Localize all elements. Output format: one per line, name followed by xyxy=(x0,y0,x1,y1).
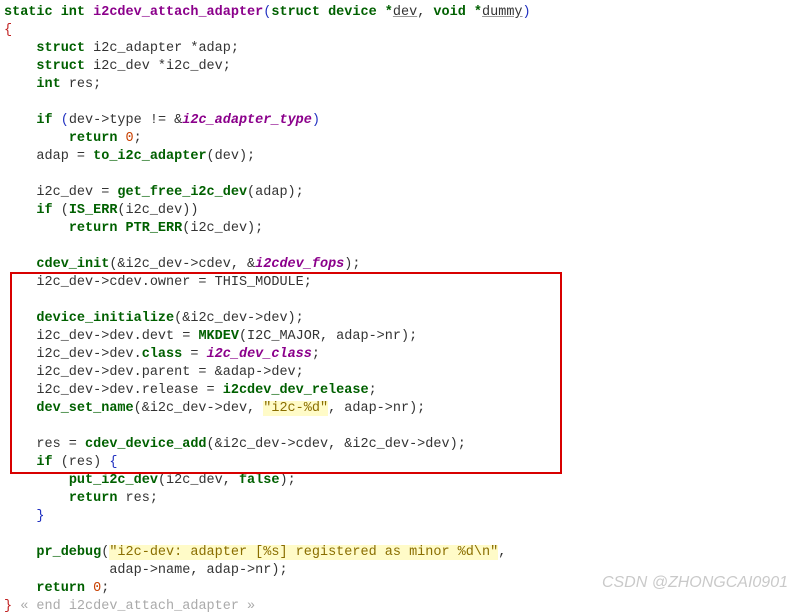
cond-expr: dev->type != & xyxy=(69,113,182,128)
call-to-i2c-adapter: to_i2c_adapter xyxy=(93,149,206,164)
args-close: , adap->nr); xyxy=(328,401,425,416)
call-pr-debug: pr_debug xyxy=(36,545,101,560)
call-device-initialize: device_initialize xyxy=(36,311,174,326)
kw-return: return xyxy=(36,581,85,596)
decl-res: res; xyxy=(69,77,101,92)
call-dev-set-name: dev_set_name xyxy=(36,401,133,416)
assign-i2cdev: i2c_dev = xyxy=(36,185,117,200)
code-block: static int i2cdev_attach_adapter(struct … xyxy=(4,4,804,616)
assign-adap: adap = xyxy=(36,149,93,164)
kw-return: return xyxy=(69,131,118,146)
args: (I2C_MAJOR, adap->nr); xyxy=(239,329,417,344)
args: (adap); xyxy=(247,185,304,200)
kw-class: class xyxy=(142,347,183,362)
param1-name: dev xyxy=(393,5,417,20)
kw-struct: struct xyxy=(36,59,85,74)
func-name: i2cdev_attach_adapter xyxy=(93,5,263,20)
kw-return: return xyxy=(69,221,118,236)
ref-i2cdev-dev-release: i2cdev_dev_release xyxy=(223,383,369,398)
param2-name: dummy xyxy=(482,5,523,20)
stmt-owner: i2c_dev->cdev.owner = THIS_MODULE; xyxy=(36,275,311,290)
stmt-release-lhs: i2c_dev->dev.release = xyxy=(36,383,222,398)
kw-if: if xyxy=(36,203,52,218)
args: (i2c_dev, xyxy=(158,473,239,488)
args: (&i2c_dev->dev); xyxy=(174,311,304,326)
call-ptr-err: PTR_ERR xyxy=(126,221,183,236)
num-zero: 0 xyxy=(126,131,134,146)
args: (i2c_dev); xyxy=(182,221,263,236)
ref-i2c-dev-class: i2c_dev_class xyxy=(207,347,312,362)
call-cdev-device-add: cdev_device_add xyxy=(85,437,207,452)
call-is-err: IS_ERR xyxy=(69,203,118,218)
kw-false: false xyxy=(239,473,280,488)
kw-int: int xyxy=(36,77,60,92)
call-put-i2c-dev: put_i2c_dev xyxy=(69,473,158,488)
kw-return: return xyxy=(69,491,118,506)
param1-type: struct device * xyxy=(271,5,393,20)
call-get-free-i2c-dev: get_free_i2c_dev xyxy=(117,185,247,200)
args: (&i2c_dev->cdev, & xyxy=(109,257,255,272)
call-cdev-init: cdev_init xyxy=(36,257,109,272)
args: (&i2c_dev->cdev, &i2c_dev->dev); xyxy=(207,437,466,452)
decl-i2cdev: i2c_dev *i2c_dev; xyxy=(93,59,231,74)
stmt-parent: i2c_dev->dev.parent = &adap->dev; xyxy=(36,365,303,380)
str-debug-msg: "i2c-dev: adapter [%s] registered as min… xyxy=(109,545,498,560)
kw-struct: struct xyxy=(36,41,85,56)
end-comment: « end i2cdev_attach_adapter » xyxy=(12,599,255,614)
call-mkdev: MKDEV xyxy=(198,329,239,344)
args-debug: adap->name, adap->nr); xyxy=(109,563,287,578)
args-open: (&i2c_dev->dev, xyxy=(134,401,264,416)
assign-res: res = xyxy=(36,437,85,452)
ret-res: res; xyxy=(117,491,158,506)
args: (dev); xyxy=(207,149,256,164)
stmt-devt: i2c_dev->dev.devt = xyxy=(36,329,198,344)
type-i2c-adapter-type: i2c_adapter_type xyxy=(182,113,312,128)
param2-type: void * xyxy=(433,5,482,20)
ref-i2cdev-fops: i2cdev_fops xyxy=(255,257,344,272)
decl-adap: i2c_adapter *adap; xyxy=(93,41,239,56)
kw-static-int: static int xyxy=(4,5,85,20)
args: (i2c_dev)) xyxy=(117,203,198,218)
cond-res: (res) xyxy=(53,455,110,470)
stmt-class-lhs: i2c_dev->dev. xyxy=(36,347,141,362)
kw-if: if xyxy=(36,455,52,470)
str-i2c-fmt: "i2c-%d" xyxy=(263,401,328,416)
kw-if: if xyxy=(36,113,52,128)
